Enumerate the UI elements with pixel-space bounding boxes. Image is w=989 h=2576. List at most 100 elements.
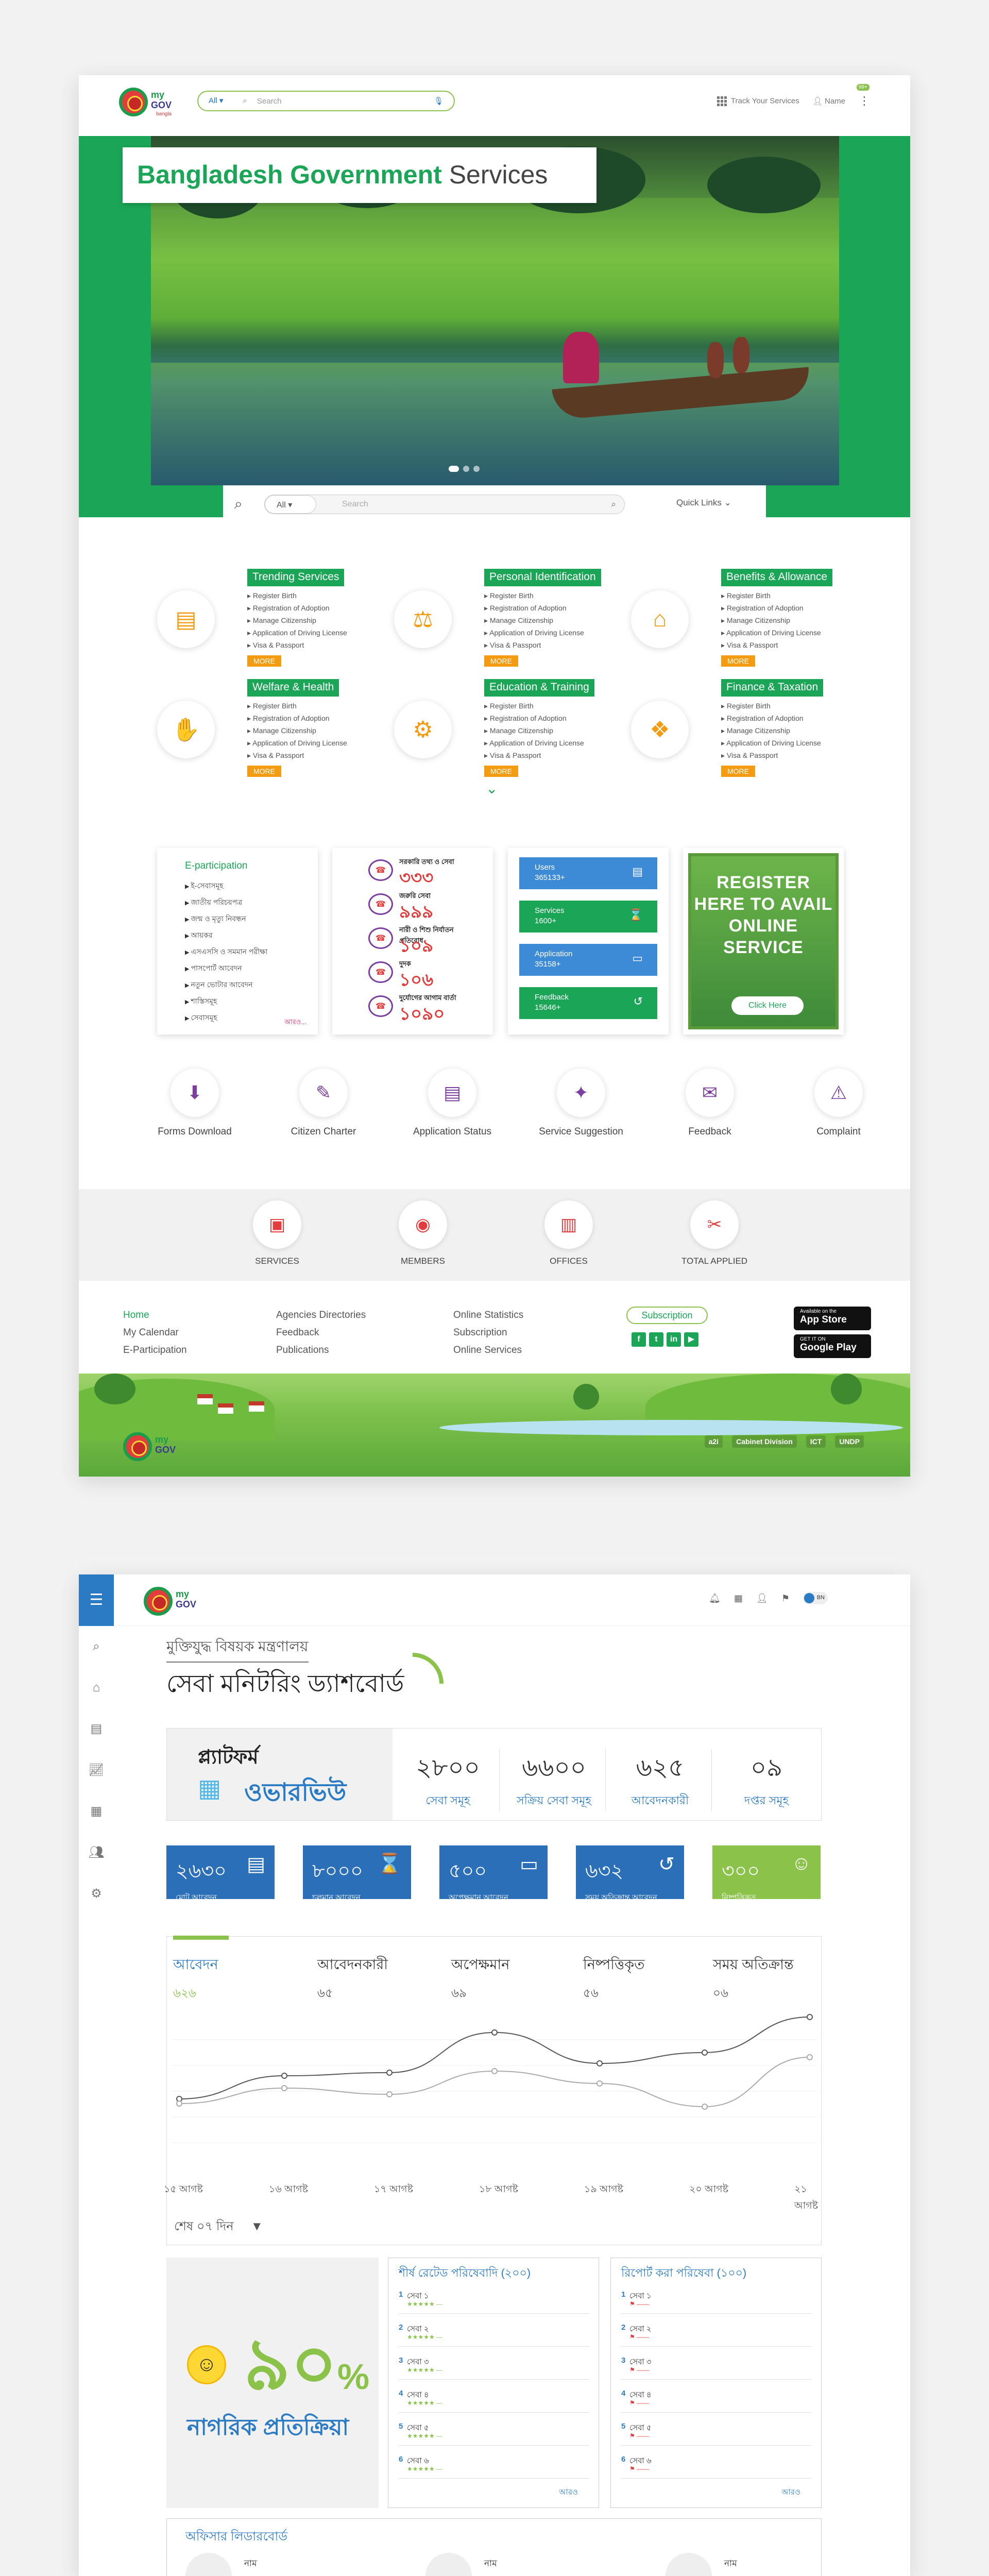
eparticipation-link[interactable]: জাতীয় পরিচয়পত্র	[185, 894, 267, 911]
eparticipation-link[interactable]: জন্ম ও মৃত্যু নিবন্ধন	[185, 911, 267, 927]
youtube-icon[interactable]: ▶	[684, 1332, 698, 1347]
mygov-logo[interactable]: my GOV	[144, 1584, 206, 1621]
service-row[interactable]: 2 সেবা ২ ⚑ ——	[621, 2316, 812, 2347]
service-row[interactable]: 5 সেবা ৫ ★★★★★ —	[399, 2415, 589, 2446]
hero-scope-select[interactable]: All ▾	[265, 495, 316, 514]
service-row[interactable]: 1 সেবা ১ ⚑ ——	[621, 2283, 812, 2314]
document-icon[interactable]: ▤	[79, 1708, 114, 1750]
gear-icon[interactable]: ⚙	[394, 701, 452, 758]
language-toggle[interactable]: BN	[803, 1592, 828, 1604]
data-point[interactable]	[491, 2029, 498, 2036]
hotline-item[interactable]: ☎ নারী ও শিশু নির্যাতন প্রতিরোধ ১০৯	[368, 925, 461, 956]
category-more-button[interactable]: MORE	[484, 766, 518, 777]
eparticipation-link[interactable]: এসএসসি ও সমমান পরীক্ষা	[185, 944, 268, 960]
status-tile[interactable]: ২৬৩০ মোট আবেদন ▤	[166, 1845, 275, 1902]
footer-link[interactable]: Subscription	[453, 1324, 523, 1342]
category-service-link[interactable]: Visa & Passport	[247, 639, 347, 651]
chart-tab[interactable]: নিষ্পত্তিকৃত ৫৬	[583, 1954, 644, 2004]
twitter-icon[interactable]: t	[649, 1332, 663, 1347]
eparticipation-link[interactable]: পাসপোর্ট আবেদন	[185, 960, 267, 977]
service-row[interactable]: 4 সেবা ৪ ★★★★★ —	[399, 2382, 589, 2413]
hotline-item[interactable]: ☎ জরুরি সেবা ৯৯৯	[368, 891, 461, 922]
data-point[interactable]	[807, 2054, 813, 2060]
tool-download[interactable]: ⬇ Forms Download	[138, 1069, 251, 1138]
data-point[interactable]	[702, 2049, 708, 2056]
service-row[interactable]: 4 সেবা ৪ ⚑ ——	[621, 2382, 812, 2413]
category-service-link[interactable]: Registration of Adoption	[247, 602, 347, 614]
category-service-link[interactable]: Manage Citizenship	[721, 724, 821, 737]
status-tile[interactable]: ৮০০০ চলমান আবেদন ⌛	[303, 1845, 411, 1902]
category-more-button[interactable]: MORE	[721, 655, 755, 667]
category-title[interactable]: Personal Identification	[484, 569, 601, 586]
status-tile[interactable]: ৫০০ অপেক্ষমান আবেদন ▭	[439, 1845, 548, 1902]
data-point[interactable]	[596, 2080, 603, 2087]
data-point[interactable]	[386, 2070, 393, 2076]
flag-icon[interactable]: ⚑	[781, 1593, 790, 1604]
category-title[interactable]: Finance & Taxation	[721, 679, 824, 697]
footer-link[interactable]: Agencies Directories	[276, 1307, 366, 1324]
tool-chat[interactable]: ✉ Feedback	[653, 1069, 766, 1138]
hotline-item[interactable]: ☎ দুদক ১০৬	[368, 959, 461, 990]
building-icon[interactable]: ⌂	[631, 590, 689, 648]
category-service-link[interactable]: Manage Citizenship	[484, 614, 584, 626]
service-row[interactable]: 6 সেবা ৬ ★★★★★ —	[399, 2448, 589, 2479]
category-service-link[interactable]: Registration of Adoption	[721, 602, 821, 614]
facebook-icon[interactable]: f	[632, 1332, 646, 1347]
category-service-link[interactable]: Manage Citizenship	[721, 614, 821, 626]
hero-search-input[interactable]: Search	[342, 500, 368, 509]
document-icon[interactable]: ▤	[157, 590, 215, 648]
search-icon[interactable]: ⌕	[234, 496, 243, 513]
reported-more-link[interactable]: আরও	[781, 2486, 800, 2499]
status-tile[interactable]: ৩০০ নিষ্পত্তিকৃত ☺	[712, 1845, 821, 1902]
search-icon[interactable]: ⌕	[611, 499, 616, 510]
category-service-link[interactable]: Register Birth	[721, 700, 821, 712]
chart-tab[interactable]: অপেক্ষমান ৬৯	[451, 1954, 509, 2004]
eparticipation-link[interactable]: আয়কর	[185, 927, 267, 944]
search-icon[interactable]: ⌕	[79, 1626, 114, 1667]
category-service-link[interactable]: Register Birth	[247, 700, 347, 712]
user-icon[interactable]: 👤︎	[756, 1593, 768, 1604]
category-more-button[interactable]: MORE	[247, 766, 281, 777]
mygov-logo[interactable]: my GOV bangla	[119, 84, 181, 122]
category-service-link[interactable]: Application of Driving License	[721, 626, 821, 639]
category-service-link[interactable]: Register Birth	[721, 589, 821, 602]
chart-tab[interactable]: সময় অতিক্রান্ত ০৬	[713, 1954, 794, 2004]
category-more-button[interactable]: MORE	[247, 655, 281, 667]
category-service-link[interactable]: Visa & Passport	[721, 639, 821, 651]
carousel-dots[interactable]	[449, 466, 480, 472]
eparticipation-link[interactable]: সেবাসমূহ	[185, 1010, 267, 1026]
tool-charter[interactable]: ✎ Citizen Charter	[267, 1069, 380, 1138]
track-services-link[interactable]: Track Your Services	[717, 96, 799, 106]
category-service-link[interactable]: Visa & Passport	[247, 749, 347, 761]
service-row[interactable]: 2 সেবা ২ ★★★★★ —	[399, 2316, 589, 2347]
apps-grid-icon[interactable]: ▦	[734, 1593, 743, 1604]
status-tile[interactable]: ৬৩২ সময় অতিক্রান্ত আবেদন ↺	[576, 1845, 684, 1902]
footer-link[interactable]: Home	[123, 1307, 187, 1324]
top-rated-more-link[interactable]: আরও	[559, 2486, 578, 2499]
chart-icon[interactable]: 📈︎	[79, 1750, 114, 1791]
money-hand-icon[interactable]: ❖	[631, 701, 689, 758]
tool-bulb[interactable]: ✦ Service Suggestion	[524, 1069, 638, 1138]
category-service-link[interactable]: Registration of Adoption	[484, 602, 584, 614]
category-service-link[interactable]: Registration of Adoption	[721, 712, 821, 724]
search-scope-select[interactable]: All ▾	[209, 96, 223, 105]
user-menu[interactable]: 👤︎ Name	[813, 96, 845, 106]
category-service-link[interactable]: Application of Driving License	[247, 626, 347, 639]
eparticipation-link[interactable]: ই-সেবাসমূহ	[185, 878, 267, 894]
footer-link[interactable]: E-Participation	[123, 1342, 187, 1359]
category-service-link[interactable]: Application of Driving License	[721, 737, 821, 749]
footer-link[interactable]: Feedback	[276, 1324, 366, 1342]
home-icon[interactable]: ⌂	[79, 1667, 114, 1708]
chevron-down-icon[interactable]: ⌄	[486, 780, 498, 797]
bell-icon[interactable]: 🔔︎	[709, 1593, 721, 1604]
register-click-button[interactable]: Click Here	[731, 996, 804, 1015]
count-members[interactable]: ◉ MEMBERS	[371, 1200, 474, 1266]
subscription-button[interactable]: Subscription	[626, 1307, 708, 1324]
category-service-link[interactable]: Register Birth	[247, 589, 347, 602]
search-input[interactable]: Search	[257, 97, 282, 106]
period-select[interactable]: শেষ ০৭ দিন ▼	[174, 2217, 263, 2238]
category-title[interactable]: Education & Training	[484, 679, 594, 697]
header-search[interactable]: All ▾ ⌕ Search 🎙	[197, 91, 455, 111]
footer-link[interactable]: Online Services	[453, 1342, 523, 1359]
hamburger-menu-icon[interactable]: ☰	[79, 1574, 114, 1626]
